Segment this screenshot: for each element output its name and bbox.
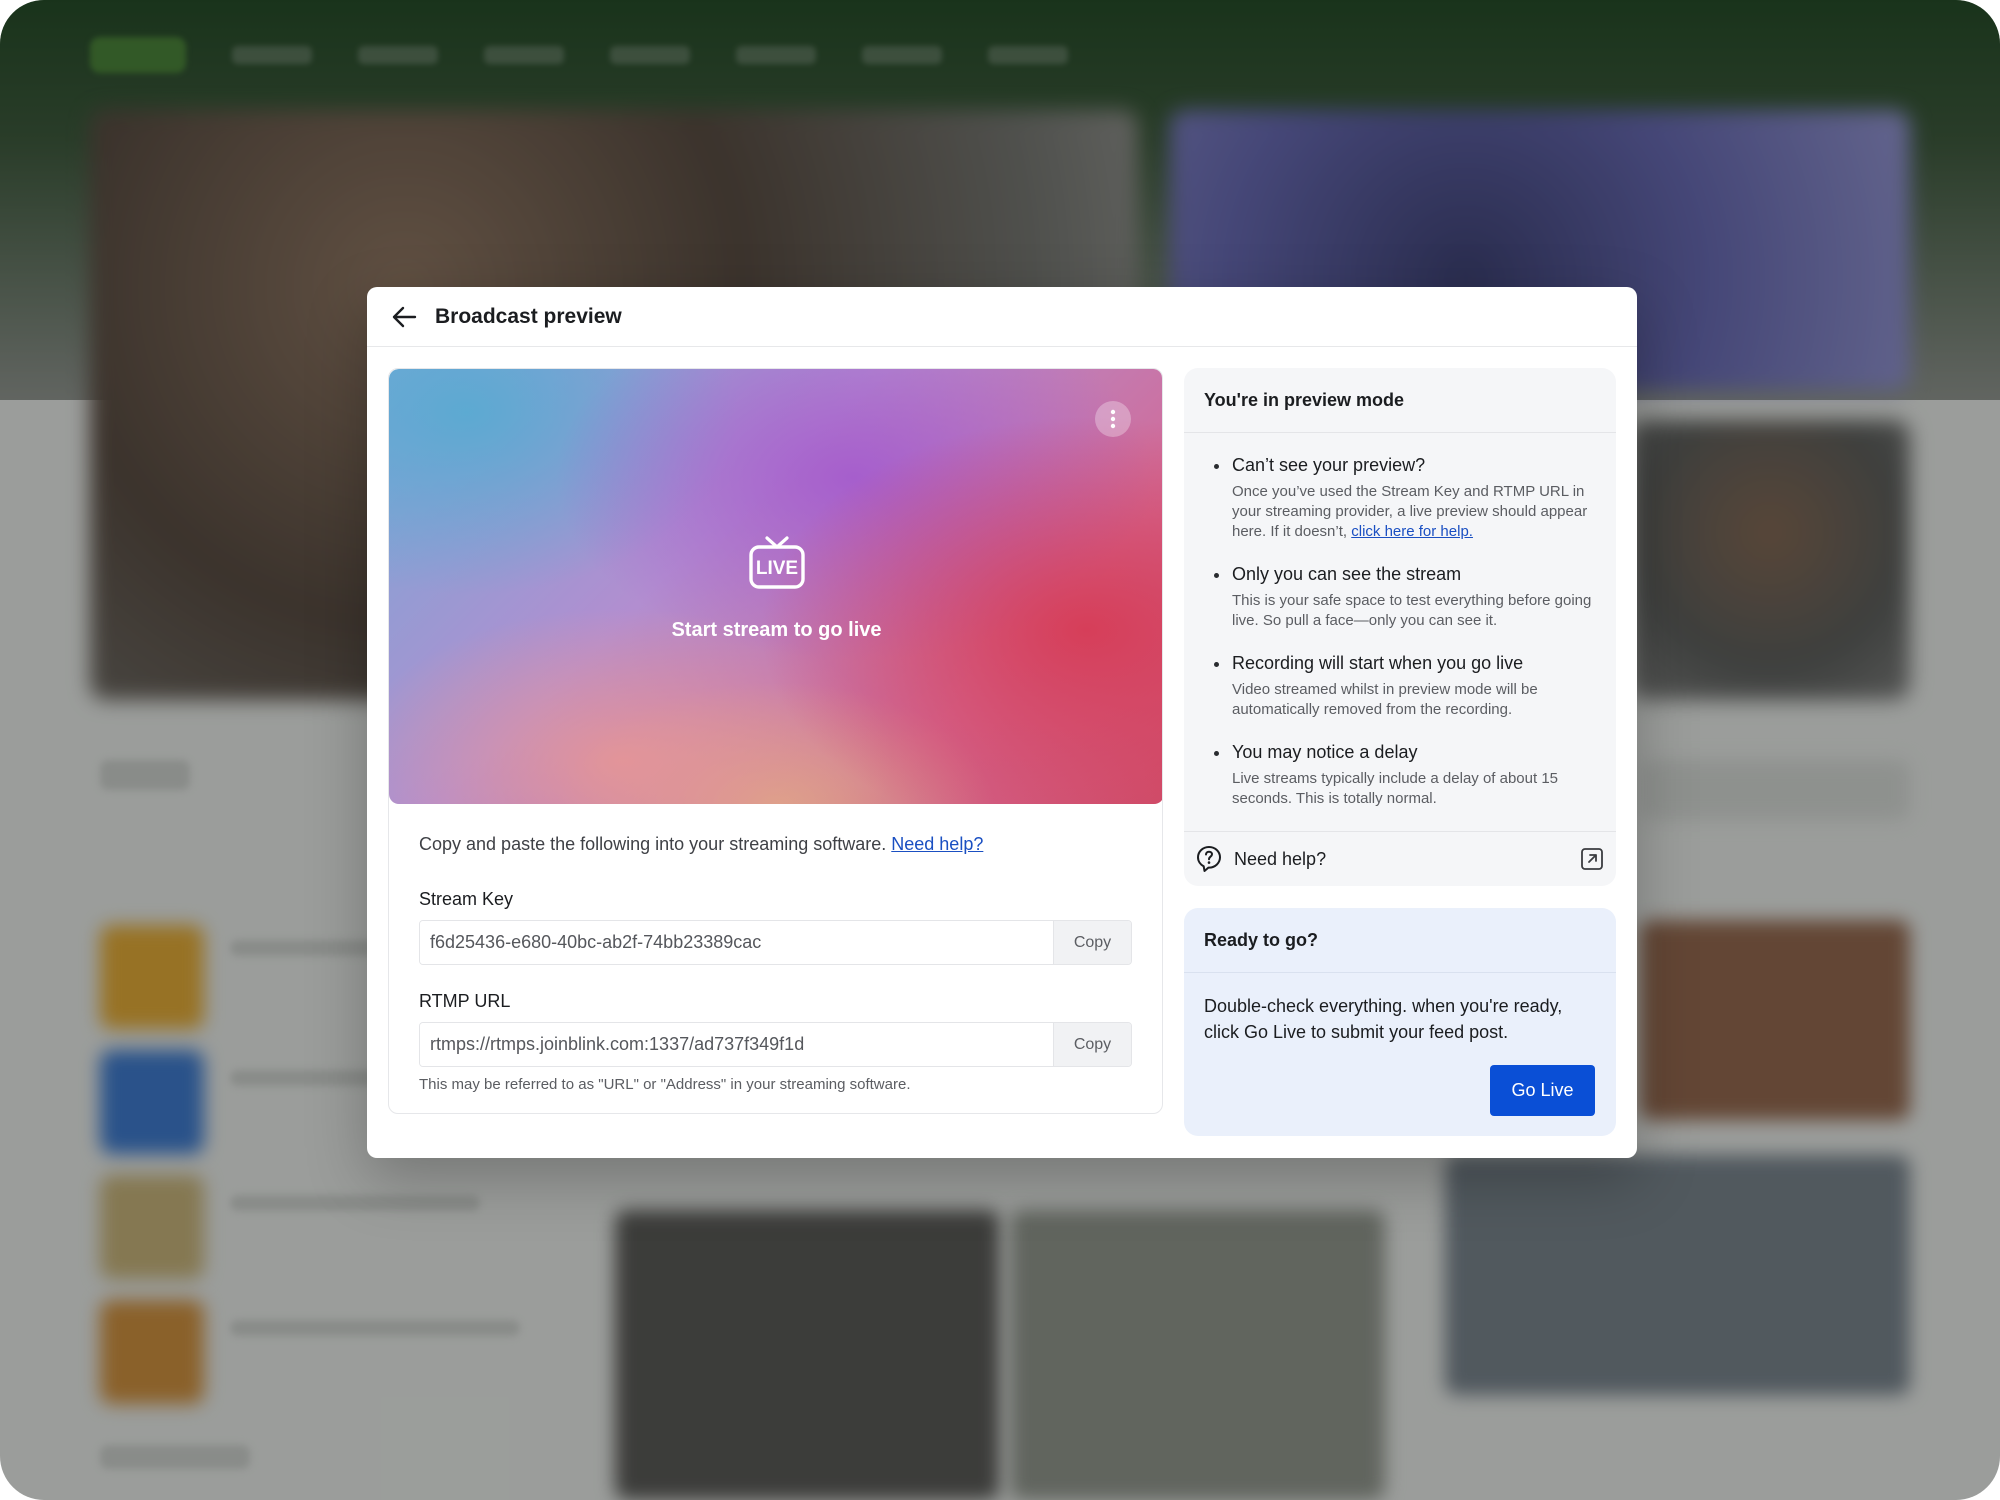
preview-mode-card: You're in preview mode Can’t see your pr… xyxy=(1184,368,1616,886)
need-help-label: Need help? xyxy=(1234,848,1327,869)
live-badge-text: LIVE xyxy=(756,558,798,579)
tip-title: Only you can see the stream xyxy=(1232,564,1462,584)
go-live-button[interactable]: Go Live xyxy=(1490,1065,1595,1116)
preview-mode-title: You're in preview mode xyxy=(1184,368,1616,433)
more-vertical-icon xyxy=(1110,409,1116,429)
stream-setup-panel: LIVE Start stream to go live Copy and pa… xyxy=(388,368,1163,1114)
stream-key-label: Stream Key xyxy=(419,889,514,909)
external-link-icon xyxy=(1581,848,1603,870)
tip-title: Can’t see your preview? xyxy=(1232,455,1426,475)
instructions-text: Copy and paste the following into your s… xyxy=(419,834,1132,855)
need-help-link[interactable]: Need help? xyxy=(891,834,983,854)
need-help-row[interactable]: Need help? xyxy=(1184,831,1616,886)
preview-tips-list: Can’t see your preview? Once you’ve used… xyxy=(1184,433,1616,809)
preview-menu-button[interactable] xyxy=(1095,401,1131,437)
ready-text: Double-check everything. when you're rea… xyxy=(1204,996,1563,1042)
stream-key-input[interactable] xyxy=(420,921,1053,964)
copy-stream-key-button[interactable]: Copy xyxy=(1053,921,1131,964)
preview-sidebar: You're in preview mode Can’t see your pr… xyxy=(1184,368,1616,1136)
tip-item: Can’t see your preview? Once you’ve used… xyxy=(1214,455,1596,542)
rtmp-url-field: Copy xyxy=(419,1022,1132,1067)
ready-title: Ready to go? xyxy=(1184,908,1616,973)
question-bubble-icon xyxy=(1197,846,1221,872)
tip-body: Video streamed whilst in preview mode wi… xyxy=(1232,681,1538,718)
tip-body: This is your safe space to test everythi… xyxy=(1232,592,1592,629)
rtmp-url-input[interactable] xyxy=(420,1023,1053,1066)
preview-status-text: Start stream to go live xyxy=(671,619,882,641)
tip-item: Only you can see the stream This is your… xyxy=(1214,564,1596,631)
instructions-copy: Copy and paste the following into your s… xyxy=(419,834,892,854)
tip-title: Recording will start when you go live xyxy=(1232,653,1524,673)
stream-key-field: Copy xyxy=(419,920,1132,965)
help-link[interactable]: click here for help. xyxy=(1351,523,1473,540)
broadcast-preview-modal: Broadcast preview LIVE Start stream to g… xyxy=(367,287,1637,1158)
live-tv-icon: LIVE xyxy=(749,536,805,589)
tip-item: Recording will start when you go live Vi… xyxy=(1214,653,1596,720)
stream-preview: LIVE Start stream to go live xyxy=(389,369,1162,804)
modal-header: Broadcast preview xyxy=(367,287,1637,347)
tip-body: Live streams typically include a delay o… xyxy=(1232,770,1559,807)
tip-item: You may notice a delay Live streams typi… xyxy=(1214,742,1596,809)
arrow-left-icon xyxy=(392,306,417,327)
tip-body: Once you’ve used the Stream Key and RTMP… xyxy=(1232,482,1596,542)
rtmp-url-label: RTMP URL xyxy=(419,991,511,1011)
modal-body: LIVE Start stream to go live Copy and pa… xyxy=(388,368,1616,1137)
ready-card: Ready to go? Double-check everything. wh… xyxy=(1184,908,1616,1136)
tip-title: You may notice a delay xyxy=(1232,742,1418,762)
modal-title: Broadcast preview xyxy=(435,304,622,328)
rtmp-url-hint: This may be referred to as "URL" or "Add… xyxy=(419,1076,911,1093)
copy-rtmp-url-button[interactable]: Copy xyxy=(1053,1023,1131,1066)
stream-instructions: Copy and paste the following into your s… xyxy=(389,804,1162,1093)
back-button[interactable] xyxy=(389,302,419,332)
